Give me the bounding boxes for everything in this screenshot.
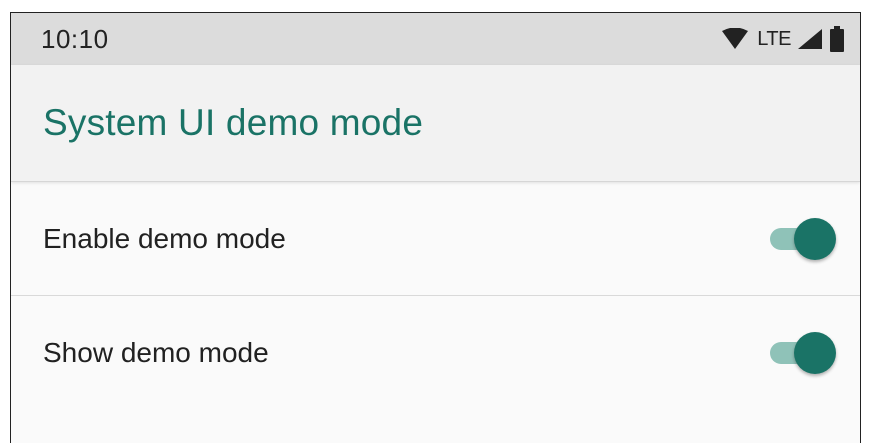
battery-icon <box>829 26 845 52</box>
switch-thumb <box>794 332 836 374</box>
status-bar: 10:10 LTE <box>11 13 860 65</box>
enable-demo-mode-toggle[interactable] <box>766 217 838 261</box>
cell-signal-icon <box>797 28 823 50</box>
show-demo-mode-toggle[interactable] <box>766 331 838 375</box>
setting-label: Show demo mode <box>43 337 269 368</box>
device-screen: 10:10 LTE System UI demo mode Enable dem… <box>10 12 861 443</box>
page-title: System UI demo mode <box>43 102 424 143</box>
status-icons: LTE <box>721 26 845 52</box>
status-time: 10:10 <box>41 23 109 54</box>
network-type-label: LTE <box>757 27 791 50</box>
settings-list: Enable demo mode Show demo mode <box>11 182 860 410</box>
setting-label: Enable demo mode <box>43 222 286 254</box>
app-bar: System UI demo mode <box>11 65 860 182</box>
switch-thumb <box>794 217 836 260</box>
setting-row-show-demo-mode[interactable]: Show demo mode <box>11 296 860 410</box>
wifi-icon <box>721 28 749 50</box>
setting-row-enable-demo-mode[interactable]: Enable demo mode <box>11 182 860 296</box>
